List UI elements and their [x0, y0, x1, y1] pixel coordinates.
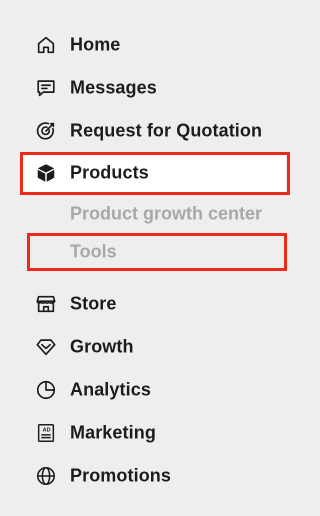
sidebar-item-label: Promotions [70, 465, 172, 486]
home-icon [35, 34, 57, 56]
globe-icon [35, 465, 57, 487]
sidebar-item-analytics[interactable]: Analytics [0, 370, 320, 410]
sidebar-item-store[interactable]: Store [0, 284, 320, 324]
sidebar-item-messages[interactable]: Messages [0, 68, 320, 108]
sidebar-item-label: Store [70, 293, 117, 314]
sidebar-item-growth[interactable]: Growth [0, 327, 320, 367]
message-icon [35, 77, 57, 99]
sidebar-subitem-label: Product growth center [70, 203, 263, 224]
svg-text:AD: AD [43, 427, 51, 433]
sidebar-item-label: Analytics [70, 379, 151, 400]
box-icon [35, 162, 57, 184]
diamond-icon [35, 336, 57, 358]
sidebar-item-home[interactable]: Home [0, 25, 320, 65]
sidebar-subitem-product-growth-center[interactable]: Product growth center [0, 196, 320, 232]
sidebar-item-promotions[interactable]: Promotions [0, 456, 320, 496]
target-icon [35, 120, 57, 142]
sidebar-item-marketing[interactable]: AD Marketing [0, 413, 320, 453]
sidebar-item-label: Growth [70, 336, 134, 357]
sidebar-subitem-tools[interactable]: Tools [0, 234, 320, 270]
pie-chart-icon [35, 379, 57, 401]
sidebar-subitem-label: Tools [70, 241, 117, 262]
sidebar-item-label: Request for Quotation [70, 120, 263, 141]
sidebar-nav: Home Messages Request for Quotation Prod… [0, 0, 320, 516]
sidebar-item-label: Messages [70, 77, 157, 98]
sidebar-item-label: Products [70, 162, 149, 183]
sidebar-item-label: Marketing [70, 422, 156, 443]
sidebar-item-label: Home [70, 34, 121, 55]
sidebar-item-products[interactable]: Products [0, 153, 320, 193]
sidebar-item-request-for-quotation[interactable]: Request for Quotation [0, 111, 320, 151]
ad-icon: AD [35, 422, 57, 444]
store-icon [35, 293, 57, 315]
